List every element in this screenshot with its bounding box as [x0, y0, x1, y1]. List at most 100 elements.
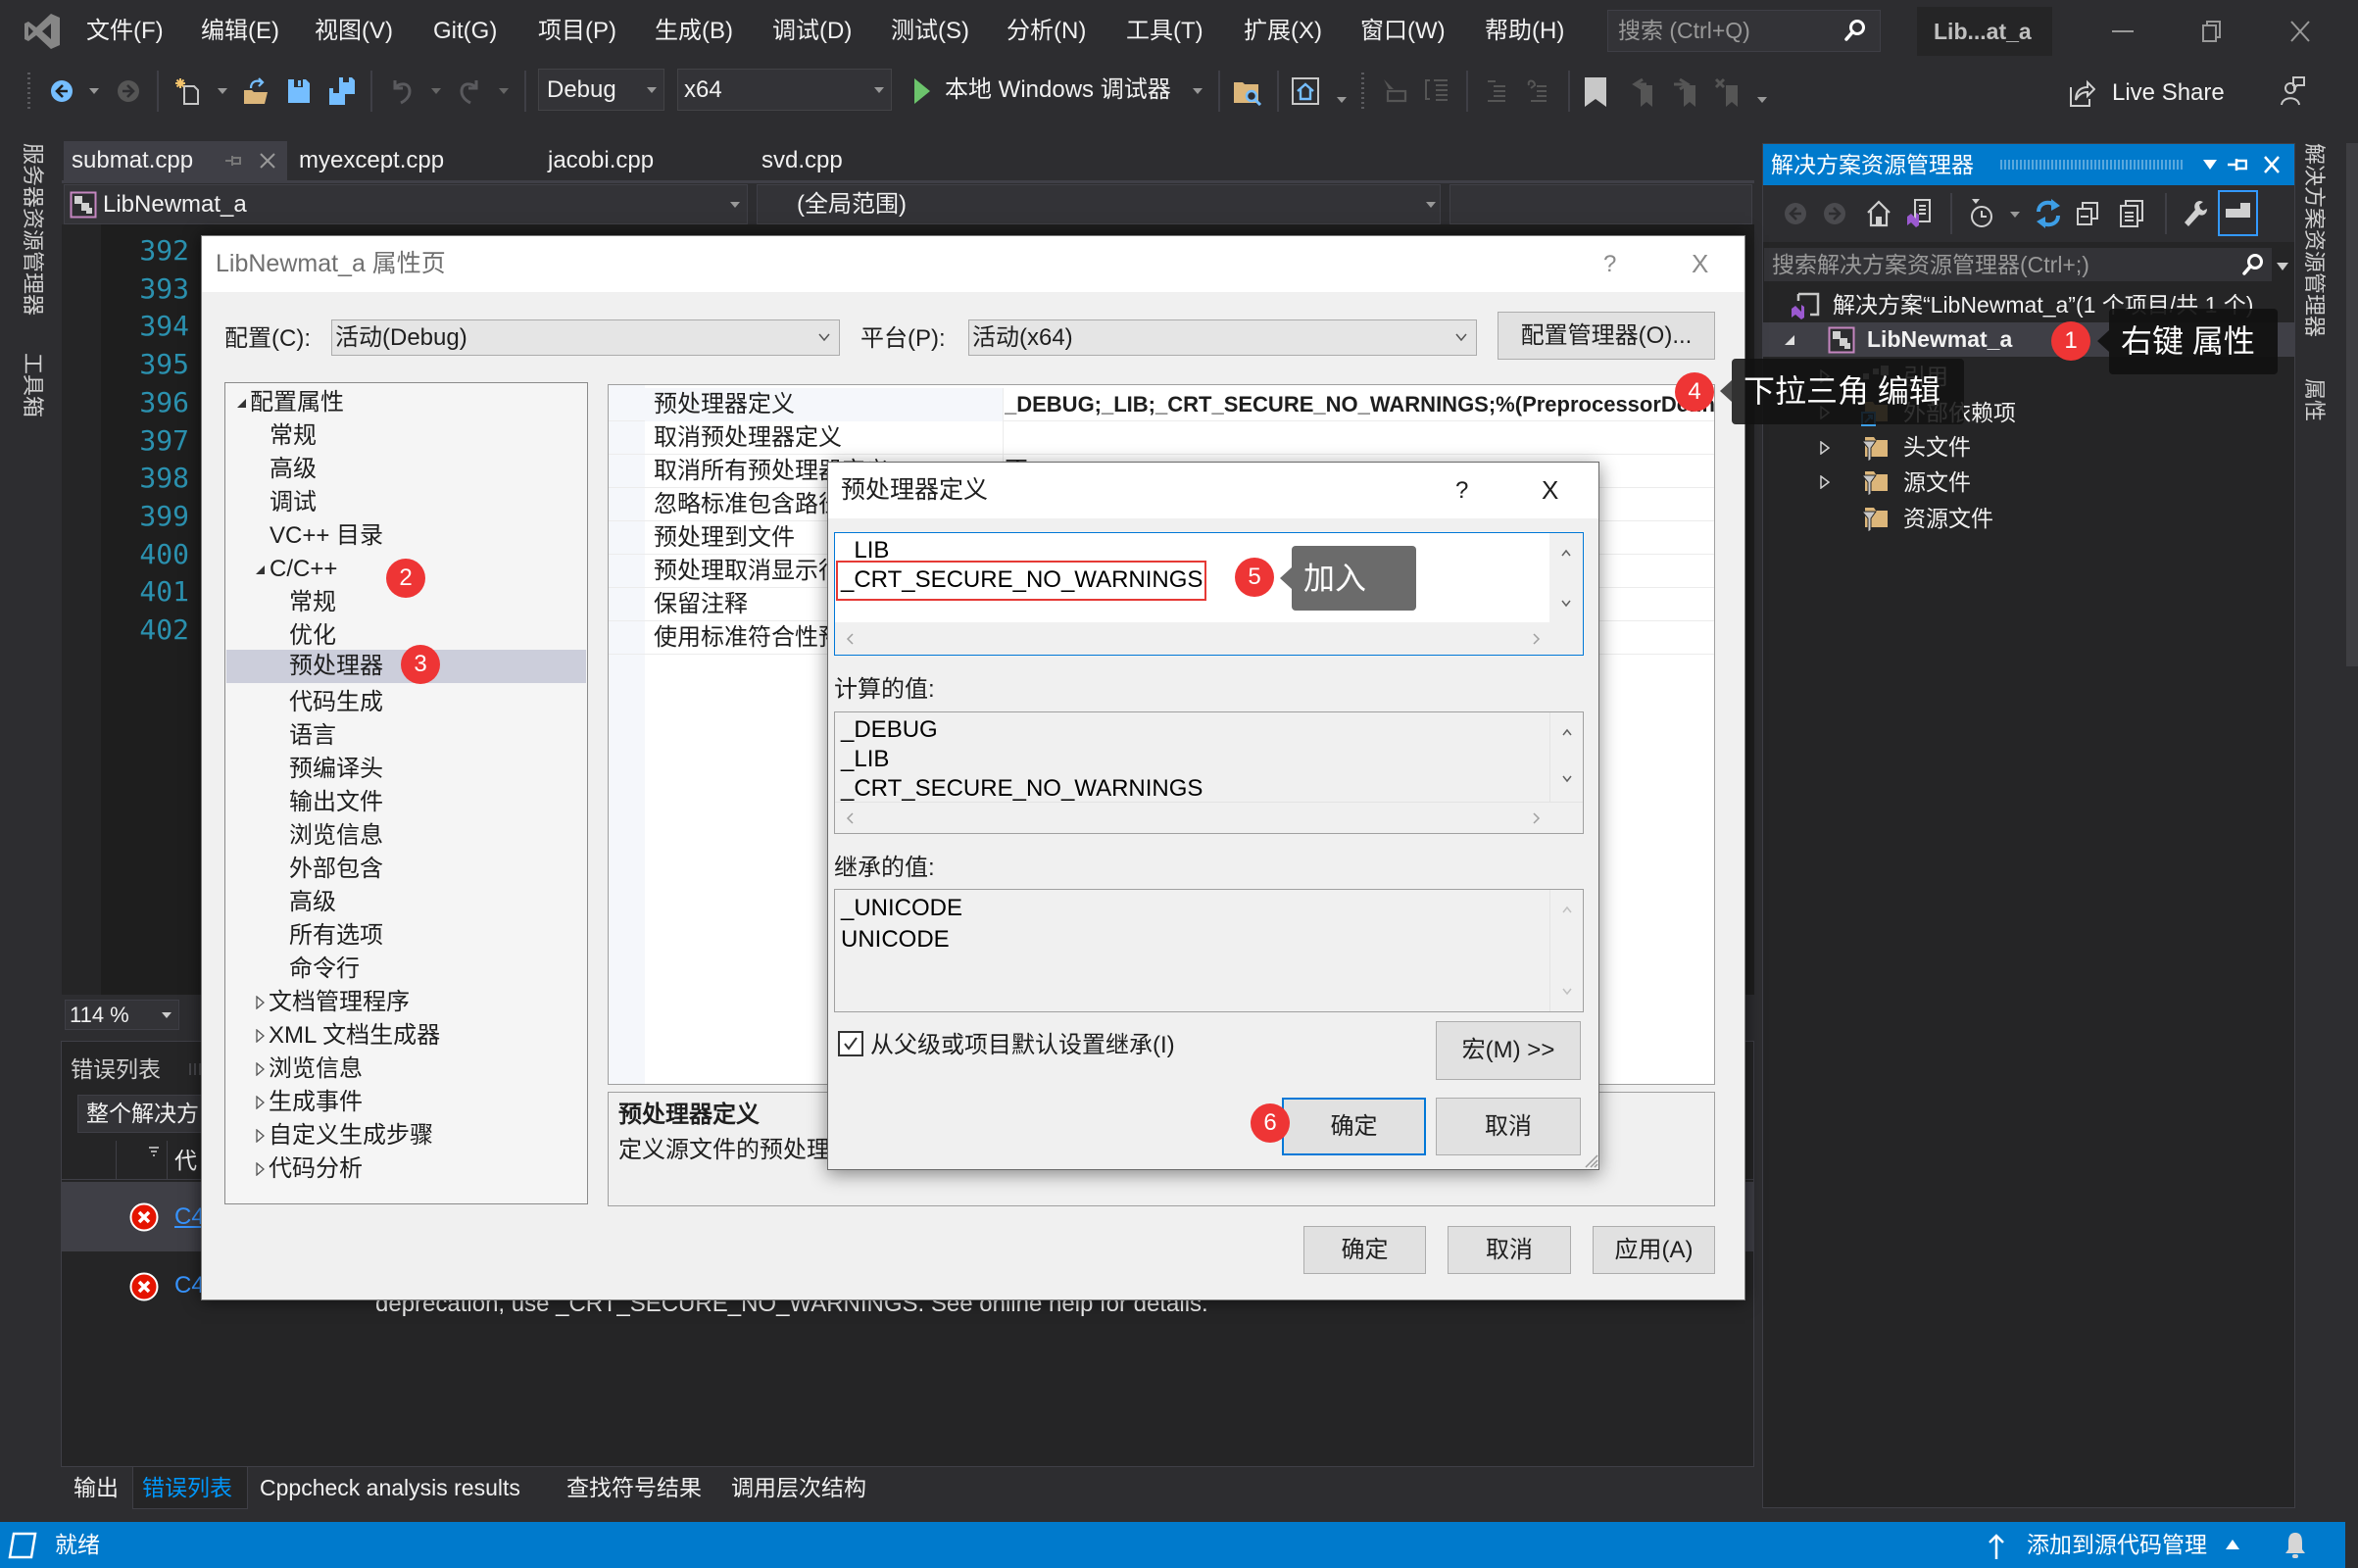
tree-item-external-includes[interactable]: 外部包含	[226, 853, 586, 886]
add-to-source-control-button[interactable]: 添加到源代码管理	[2027, 1522, 2207, 1568]
search-options-dropdown-icon[interactable]	[2277, 263, 2288, 270]
cancel-button[interactable]: 取消	[1448, 1226, 1571, 1274]
cancel-button[interactable]: 取消	[1436, 1098, 1581, 1155]
tree-item-general[interactable]: 常规	[226, 419, 586, 453]
restore-icon[interactable]	[2201, 20, 2223, 43]
undo-dropdown-icon[interactable]	[431, 88, 441, 94]
nav-project-dropdown[interactable]: LibNewmat_a	[64, 184, 748, 224]
menu-analyze[interactable]: 分析(N)	[1007, 16, 1086, 47]
tree-item-cpp-advanced[interactable]: 高级	[226, 886, 586, 919]
window-position-dropdown-icon[interactable]	[2203, 160, 2217, 170]
scroll-right-icon[interactable]	[1533, 633, 1541, 645]
redo-dropdown-icon[interactable]	[499, 88, 509, 94]
macros-button[interactable]: 宏(M) >>	[1436, 1021, 1581, 1080]
tree-item-debugging[interactable]: 调试	[226, 486, 586, 519]
close-button[interactable]: X	[1542, 463, 1558, 518]
resize-grip-icon[interactable]	[1583, 1152, 1598, 1168]
auto-hide-pin-icon[interactable]	[2228, 156, 2247, 173]
close-panel-icon[interactable]	[2263, 155, 2281, 174]
upload-arrow-icon[interactable]	[1988, 1534, 2005, 1559]
menu-extensions[interactable]: 扩展(X)	[1244, 16, 1322, 47]
tree-item-vc-directories[interactable]: VC++ 目录	[226, 519, 586, 553]
inherit-checkbox-label[interactable]: 从父级或项目默认设置继承(I)	[870, 1031, 1175, 1060]
undo-icon[interactable]	[390, 77, 414, 105]
toolbar-grip[interactable]	[27, 73, 30, 112]
tree-item-custom-build-step[interactable]: 自定义生成步骤	[226, 1119, 586, 1152]
find-in-files-icon[interactable]	[1233, 76, 1262, 106]
horizontal-scrollbar[interactable]	[835, 802, 1583, 833]
vertical-scrollbar[interactable]	[1549, 533, 1583, 622]
inherit-checkbox[interactable]	[838, 1031, 863, 1056]
collapsed-triangle-icon[interactable]	[1820, 475, 1830, 489]
show-all-files-icon[interactable]	[2119, 199, 2144, 228]
resource-files-node[interactable]: 资源文件	[1763, 501, 2294, 536]
platform-dropdown[interactable]: 活动(x64)	[968, 319, 1477, 356]
expanded-triangle-icon[interactable]	[256, 565, 265, 574]
server-explorer-tab[interactable]: 服务器资源管理器	[19, 143, 50, 316]
search-box[interactable]: 搜索 (Ctrl+Q)	[1607, 10, 1881, 52]
help-button[interactable]: ?	[1603, 236, 1616, 292]
expanded-triangle-icon[interactable]	[1785, 335, 1794, 345]
zoom-dropdown[interactable]: 114 %	[65, 1000, 179, 1030]
open-folder-icon[interactable]	[242, 76, 271, 106]
toolbar-grip[interactable]	[1361, 73, 1364, 112]
scroll-down-icon[interactable]	[1562, 775, 1572, 783]
ok-button[interactable]: 确定	[1282, 1098, 1426, 1155]
column-header-code[interactable]: 代	[174, 1141, 197, 1180]
debug-target-dropdown-icon[interactable]	[1193, 88, 1203, 94]
scroll-up-icon[interactable]	[1562, 728, 1572, 736]
navigate-forward-icon[interactable]	[117, 79, 140, 103]
grid-row-undefine-preprocessor-definitions[interactable]: 取消预处理器定义	[609, 421, 1714, 455]
definitions-edit-box[interactable]: _LIB _CRT_SECURE_NO_WARNINGS	[834, 532, 1584, 656]
collapsed-triangle-icon[interactable]	[256, 1096, 265, 1109]
collapsed-triangle-icon[interactable]	[1820, 441, 1830, 455]
new-item-icon[interactable]	[175, 77, 201, 105]
collapse-all-icon[interactable]	[2076, 201, 2099, 226]
header-files-node[interactable]: 头文件	[1763, 430, 2294, 465]
menu-view[interactable]: 视图(V)	[315, 16, 393, 47]
solution-explorer-side-tab[interactable]: 解决方案资源管理器	[2300, 143, 2332, 337]
solution-platform-dropdown[interactable]: x64	[677, 69, 892, 111]
tree-item-output-files[interactable]: 输出文件	[226, 786, 586, 819]
notifications-bell-icon[interactable]	[2284, 1531, 2307, 1560]
new-item-dropdown-icon[interactable]	[218, 88, 227, 94]
solution-configuration-dropdown[interactable]: Debug	[538, 69, 664, 111]
more-commands-icon[interactable]	[1337, 97, 1347, 103]
bookmark-icon[interactable]	[1585, 77, 1606, 107]
tree-item-manifest-tool[interactable]: 文档管理程序	[226, 986, 586, 1019]
scroll-down-icon[interactable]	[1561, 600, 1571, 608]
tab-myexcept-cpp[interactable]: myexcept.cpp	[299, 141, 444, 180]
navigate-back-icon[interactable]	[50, 79, 74, 103]
minimize-icon[interactable]	[2112, 22, 2134, 41]
property-value[interactable]: _DEBUG;_LIB;_CRT_SECURE_NO_WARNINGS;%(Pr…	[1005, 388, 1714, 421]
close-button[interactable]: X	[1692, 236, 1708, 292]
menu-git[interactable]: Git(G)	[433, 16, 497, 47]
tree-item-build-events[interactable]: 生成事件	[226, 1086, 586, 1119]
close-icon[interactable]	[2289, 20, 2311, 43]
scroll-right-icon[interactable]	[1533, 812, 1541, 824]
menu-file[interactable]: 文件(F)	[86, 16, 164, 47]
scroll-up-icon[interactable]	[1561, 549, 1571, 557]
apply-button[interactable]: 应用(A)	[1593, 1226, 1715, 1274]
menu-project[interactable]: 项目(P)	[538, 16, 616, 47]
tree-item-code-generation[interactable]: 代码生成	[226, 686, 586, 719]
ok-button[interactable]: 确定	[1303, 1226, 1426, 1274]
collapsed-triangle-icon[interactable]	[256, 996, 265, 1009]
properties-wrench-icon[interactable]	[2183, 199, 2208, 228]
collapsed-triangle-icon[interactable]	[256, 1029, 265, 1043]
solution-explorer-home-icon[interactable]	[1292, 77, 1319, 105]
live-share-button[interactable]: Live Share	[2112, 74, 2225, 113]
grid-row-preprocessor-definitions[interactable]: 预处理器定义 _DEBUG;_LIB;_CRT_SECURE_NO_WARNIN…	[609, 388, 1714, 421]
tab-output[interactable]: 输出	[74, 1467, 119, 1509]
start-debugging-button[interactable]: 本地 Windows 调试器	[945, 69, 1171, 111]
switch-views-icon[interactable]	[1906, 199, 1932, 228]
feedback-icon[interactable]	[2280, 76, 2305, 106]
horizontal-scrollbar[interactable]	[835, 622, 1583, 655]
tab-error-list[interactable]: 错误列表	[142, 1467, 232, 1509]
tree-item-precompiled-headers[interactable]: 预编译头	[226, 753, 586, 786]
tab-find-symbol-results[interactable]: 查找符号结果	[566, 1467, 702, 1509]
tree-item-configuration-properties[interactable]: 配置属性	[226, 386, 586, 419]
toolbar-overflow-icon[interactable]	[1757, 97, 1767, 103]
vertical-scrollbar[interactable]	[1549, 712, 1583, 802]
tree-item-browse-information-tool[interactable]: 浏览信息	[226, 1053, 586, 1086]
